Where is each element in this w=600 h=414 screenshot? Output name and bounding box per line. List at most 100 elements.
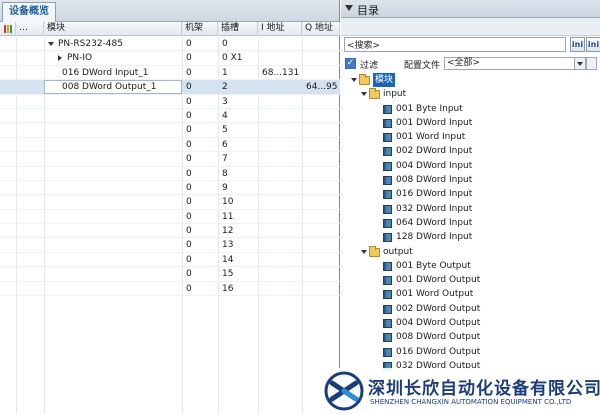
tree-item[interactable]: 016 DWord Input [341,187,600,201]
table-row[interactable]: 008 DWord Output_1 0 2 64...95 [0,80,340,95]
header-q-address[interactable]: Q 地址 [302,22,340,36]
tree-expand-icon[interactable] [361,249,367,254]
rack-cell: 0 [186,283,192,294]
table-row[interactable]: 0 14 [0,253,340,268]
tree-item[interactable]: 001 DWord Input [341,116,600,130]
tree-item[interactable]: 004 DWord Input [341,159,600,173]
tree-item[interactable]: 128 DWord Input [341,230,600,244]
module-cell[interactable] [62,181,180,195]
table-row[interactable]: 0 10 [0,195,340,210]
table-row[interactable]: PN-IO 0 0 X1 [0,51,340,66]
tree-item[interactable]: 002 DWord Output [341,302,600,316]
module-cell[interactable] [62,282,180,296]
rack-cell: 0 [186,110,192,121]
header-slot[interactable]: 插槽 [218,22,258,36]
tab-device-overview[interactable]: 设备概览 [2,2,56,22]
module-cell[interactable]: 016 DWord Input_1 [62,66,180,80]
tree-item[interactable]: 001 Byte Output [341,259,600,273]
table-row[interactable]: 0 15 [0,267,340,282]
table-row[interactable]: 0 12 [0,224,340,239]
table-row[interactable]: 07 [0,152,340,167]
module-cell[interactable]: PN-IO [58,51,180,65]
tree-label: 008 DWord Input [396,175,473,186]
module-cell[interactable]: PN-RS232-485 [48,37,180,51]
module-cell[interactable] [62,195,180,209]
tree-expand-icon[interactable] [351,78,357,82]
i-cell [262,210,302,224]
module-cell[interactable] [62,267,180,281]
table-row[interactable]: 09 [0,181,340,196]
table-row[interactable]: 08 [0,167,340,181]
module-icon [383,161,392,171]
profile-select-value: <全部> [447,58,481,68]
tree-item[interactable]: 001 DWord Output [341,273,600,287]
catalog-header[interactable]: 目录 [341,0,600,18]
module-icon [383,319,392,329]
module-cell[interactable] [62,123,180,137]
tree-label: 008 DWord Output [396,332,481,343]
table-row[interactable]: PN-RS232-485 0 0 [0,37,340,52]
module-icon [383,333,392,343]
header-rack[interactable]: 机架 [182,22,218,36]
tree-label: 001 Word Input [396,132,466,143]
table-row[interactable]: 0 11 [0,210,340,225]
company-name-cn: 深圳长欣自动化设备有限公司 [368,379,600,399]
header-i-address[interactable]: I 地址 [258,22,302,36]
table-row[interactable]: 06 [0,138,340,153]
module-cell[interactable] [62,253,180,267]
module-cell[interactable] [62,109,180,123]
table-row[interactable]: 04 [0,109,340,124]
collapsed-arrow-icon[interactable] [58,54,62,61]
tree-item[interactable]: 001 Word Input [341,130,600,144]
tree-item[interactable]: 002 DWord Input [341,144,600,158]
tree-label: 004 DWord Output [396,318,481,329]
module-cell[interactable]: 008 DWord Output_1 [62,80,180,94]
tree-expand-icon[interactable] [361,92,367,97]
module-cell[interactable] [62,95,180,109]
i-cell [262,195,302,209]
search-up-button[interactable]: ini [586,37,600,52]
module-cell[interactable] [62,238,180,252]
tree-folder[interactable]: output [341,245,600,259]
module-cell[interactable] [62,152,180,166]
module-cell[interactable] [62,167,180,181]
folder-icon [369,88,380,100]
profile-options-button[interactable] [586,57,597,70]
filter-label: 过滤 [360,61,379,71]
table-row[interactable]: 03 [0,95,340,109]
profile-select[interactable]: <全部> [444,57,586,70]
catalog-search-row: ini ini [344,37,600,53]
q-cell [306,152,340,166]
table-row[interactable]: 0 16 [0,282,340,297]
table-row[interactable]: 016 DWord Input_1 0 1 68...131 [0,66,340,81]
module-cell[interactable] [62,138,180,152]
table-row[interactable]: 05 [0,123,340,138]
slot-cell: 0 [222,39,228,49]
tree-item[interactable]: 016 DWord Output [341,345,600,359]
tree-label: 064 DWord Input [396,217,473,228]
tree-item[interactable]: 064 DWord Input [341,216,600,230]
chevron-down-icon[interactable] [574,58,585,69]
tree-item[interactable]: 004 DWord Output [341,316,600,330]
module-cell[interactable] [62,210,180,224]
search-down-button[interactable]: ini [570,37,585,52]
module-cell[interactable] [62,224,180,238]
tree-folder[interactable]: 模块 [341,73,600,87]
table-row[interactable]: 0 13 [0,238,340,253]
expand-arrow-icon[interactable] [48,41,54,46]
filter-checkbox[interactable]: ✓ [345,58,356,69]
tree-item[interactable]: 032 DWord Input [341,202,600,216]
tree-item[interactable]: 001 Word Output [341,287,600,301]
module-icon [383,104,392,114]
column-settings-icon[interactable] [0,22,16,36]
tree-item[interactable]: 008 DWord Input [341,173,600,187]
tree-item[interactable]: 001 Byte Input [341,102,600,116]
module-icon [383,233,392,243]
tree-folder[interactable]: input [341,87,600,101]
header-module[interactable]: 模块 [44,22,182,36]
tree-item[interactable]: 008 DWord Output [341,330,600,344]
collapse-icon[interactable] [345,5,353,11]
q-cell [306,195,340,209]
catalog-search-input[interactable] [344,37,566,52]
slot-cell: 11 [222,211,234,222]
